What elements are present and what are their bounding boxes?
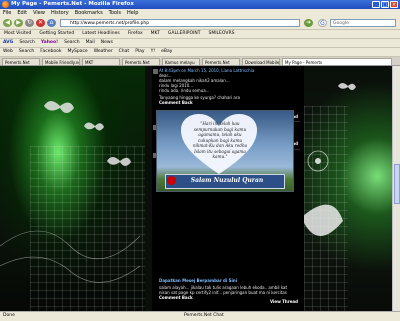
bookmark-item[interactable]: Most Visited: [0, 30, 35, 38]
go-icon[interactable]: ➔: [304, 19, 313, 27]
stop-icon[interactable]: ✕: [36, 19, 45, 27]
menu-edit[interactable]: Edit: [14, 9, 30, 17]
menu-history[interactable]: History: [48, 9, 72, 17]
tab[interactable]: Mobile Friendly.net: [42, 58, 80, 65]
forward-icon[interactable]: ▶: [14, 19, 23, 27]
comment-feed: At 8:43pm on March 15, 2010, Liana Lattr…: [152, 66, 304, 311]
yahoo-search-button[interactable]: Search: [61, 39, 82, 47]
yahoo-logo: Yahoo!: [40, 40, 59, 45]
tab[interactable]: Pemerts.Net: [202, 58, 240, 65]
bookmark-item[interactable]: Getting Started: [35, 30, 78, 38]
window-titlebar: My Page - Pemerts.Net - Mozilla Firefox …: [0, 0, 400, 9]
toolbar-item[interactable]: Facebook: [37, 48, 64, 56]
bookmark-item[interactable]: Firefox: [124, 30, 147, 38]
search-input[interactable]: Google: [330, 19, 396, 27]
page-content: At 8:43pm on March 15, 2010, Liana Lattr…: [0, 66, 400, 311]
menu-view[interactable]: View: [30, 9, 48, 17]
window-title: My Page - Pemerts.Net - Mozilla Firefox: [11, 1, 134, 7]
url-input[interactable]: http://www.pemerts.net/profile.php: [60, 19, 300, 27]
menu-file[interactable]: File: [0, 9, 14, 17]
view-thread-link[interactable]: View Thread: [270, 299, 298, 304]
toolbar-item[interactable]: Weather: [91, 48, 116, 56]
home-icon[interactable]: ⌂: [47, 19, 56, 27]
tab-active[interactable]: My Page - Pemerts: [282, 58, 392, 65]
comment-post-footer: Dapatkan Mesej Berpambar di Sini salam a…: [152, 278, 304, 304]
avg-logo: AVG: [3, 40, 14, 45]
tab[interactable]: Kamus melayu: [162, 58, 200, 65]
scrollbar-thumb[interactable]: [394, 164, 400, 204]
butterfly-icon: [0, 101, 141, 283]
maximize-button[interactable]: □: [381, 1, 389, 8]
status-text: Done: [3, 313, 15, 318]
extra-toolbar: Web Search Facebook MySpace Weather Chat Play Y…: [0, 48, 400, 57]
avg-search-button[interactable]: Search: [16, 39, 37, 47]
get-message-link[interactable]: Dapatkan Mesej Berpambar di Sini: [152, 278, 304, 283]
news-button[interactable]: News: [98, 39, 116, 47]
avg-toolbar: AVG Search Yahoo! Search Mail News: [0, 39, 400, 48]
tab[interactable]: Pemerts.Net: [122, 58, 160, 65]
card-logo: [167, 176, 176, 185]
status-chat[interactable]: Pemerts.Net Chat: [184, 313, 224, 318]
greeting-card-image: "Hari ini telah kau sempurnakan bagi kam…: [156, 110, 294, 192]
vertical-scrollbar[interactable]: [392, 66, 400, 311]
card-quote: "Hari ini telah kau sempurnakan bagi kam…: [192, 121, 248, 159]
toolbar-item[interactable]: Play: [132, 48, 147, 56]
toolbar-item[interactable]: MySpace: [64, 48, 90, 56]
firefox-icon: [2, 1, 9, 8]
bookmark-item[interactable]: Latest Headlines: [78, 30, 124, 38]
close-button[interactable]: ×: [390, 1, 398, 8]
comment-back-link[interactable]: Comment Back: [152, 100, 304, 105]
navigation-bar: ◀ ▶ ↻ ✕ ⌂ http://www.pemerts.net/profile…: [0, 17, 400, 30]
bookmarks-toolbar: Most Visited Getting Started Latest Headli…: [0, 30, 400, 39]
menu-bookmarks[interactable]: Bookmarks: [72, 9, 106, 17]
bookmark-item[interactable]: GALLERIPOINT: [164, 30, 205, 38]
post-text: salam alayah... jikalau tak tulis aragaa…: [159, 285, 288, 295]
toolbar-item[interactable]: Chat: [116, 48, 133, 56]
toolbar-item[interactable]: eBay: [158, 48, 175, 56]
card-banner-text: Salam Nuzulul Quran: [190, 177, 264, 184]
back-icon[interactable]: ◀: [3, 19, 12, 27]
tab-bar: Pemerts.Net Mobile Friendly.net MKT Peme…: [0, 57, 400, 66]
tab[interactable]: Download Mobile: [242, 58, 280, 65]
post-text: rindu ada. rindu semua...: [159, 88, 210, 93]
minimize-button[interactable]: _: [372, 1, 380, 8]
bookmark-item[interactable]: MKT: [147, 30, 164, 38]
menu-tools[interactable]: Tools: [106, 9, 124, 17]
menu-help[interactable]: Help: [124, 9, 141, 17]
toolbar-item[interactable]: Search: [16, 48, 37, 56]
reload-icon[interactable]: ↻: [25, 19, 34, 27]
toolbar-item[interactable]: Y!: [148, 48, 159, 56]
toolbar-item[interactable]: Web: [0, 48, 16, 56]
avatar: [153, 69, 158, 74]
tab[interactable]: MKT: [82, 58, 120, 65]
comment-post: At 8:43pm on March 15, 2010, Liana Lattr…: [152, 68, 304, 119]
mail-button[interactable]: Mail: [83, 39, 98, 47]
bookmark-item[interactable]: SMILEOVRS: [204, 30, 238, 38]
background-decoration-left: [0, 66, 145, 311]
tab[interactable]: Pemerts.Net: [2, 58, 40, 65]
google-icon[interactable]: G: [318, 19, 327, 27]
